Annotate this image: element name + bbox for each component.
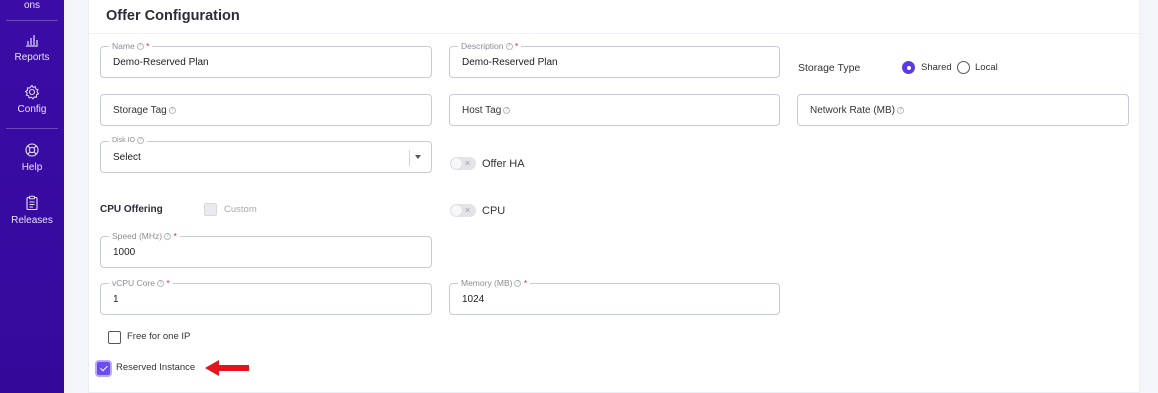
sidebar-divider (6, 20, 58, 21)
sidebar-item-label: Reports (14, 52, 50, 63)
custom-label: Custom (224, 204, 257, 215)
required-marker: * (173, 231, 177, 241)
help-icon[interactable]: ? (505, 43, 513, 51)
description-field-label: Description (461, 41, 504, 51)
help-icon[interactable]: ? (136, 43, 144, 51)
name-field-label: Name (112, 41, 135, 51)
host-tag-placeholder: Host Tag? (462, 105, 511, 116)
cpu-toggle[interactable] (450, 204, 476, 217)
help-icon[interactable]: ? (897, 106, 905, 114)
select-divider (409, 150, 410, 166)
name-field[interactable]: Name? * Demo-Reserved Plan (100, 41, 432, 78)
offer-ha-label: Offer HA (482, 158, 525, 170)
required-marker: * (514, 41, 519, 51)
cpu-toggle-label: CPU (482, 205, 506, 217)
speed-field-value: 1000 (113, 247, 136, 258)
sidebar-item-label: Help (21, 162, 43, 173)
storage-type-label: Storage Type (798, 62, 861, 74)
sidebar-item-config[interactable]: Config (0, 84, 64, 115)
vcpu-core-label: vCPU Core (112, 278, 155, 288)
sidebar-item-label: Releases (11, 215, 53, 226)
storage-type-local-radio[interactable] (957, 61, 970, 74)
sidebar-divider (6, 128, 58, 129)
memory-field-label: Memory (MB) (461, 278, 513, 288)
name-field-value: Demo-Reserved Plan (113, 57, 209, 68)
speed-field[interactable]: Speed (MHz)? * 1000 (100, 231, 432, 268)
host-tag-field[interactable]: Host Tag? (449, 94, 780, 126)
lifebuoy-icon (25, 143, 39, 157)
sidebar-item-truncated[interactable]: ons (0, 0, 64, 11)
disk-io-value: Select (113, 152, 141, 163)
sidebar-item-help[interactable]: Help (0, 142, 64, 173)
cpu-offering-label: CPU Offering (100, 204, 163, 215)
disk-io-legend: Disk IO? (109, 136, 147, 146)
storage-type-local-label: Local (975, 62, 998, 73)
annotation-arrow-icon (205, 360, 249, 376)
help-icon[interactable]: ? (514, 280, 522, 288)
sidebar-item-reports[interactable]: Reports (0, 32, 64, 63)
vcpu-core-value: 1 (113, 294, 119, 305)
clipboard-icon (26, 195, 38, 211)
disk-io-label: Disk IO (112, 137, 135, 144)
description-field-value: Demo-Reserved Plan (462, 57, 558, 68)
description-field-legend: Description? * (458, 41, 522, 51)
storage-tag-placeholder: Storage Tag? (113, 105, 176, 116)
help-icon[interactable]: ? (164, 233, 172, 241)
storage-tag-field[interactable]: Storage Tag? (100, 94, 432, 126)
reserved-instance-label: Reserved Instance (116, 362, 196, 373)
speed-field-legend: Speed (MHz)? * (109, 231, 180, 241)
storage-type-shared-radio[interactable] (902, 61, 915, 74)
description-field[interactable]: Description? * Demo-Reserved Plan (449, 41, 780, 78)
offer-configuration-card: Offer Configuration Name? * Demo-Reserve… (88, 0, 1141, 393)
vcpu-core-legend: vCPU Core? * (109, 278, 173, 288)
memory-field[interactable]: Memory (MB)? * 1024 (449, 278, 780, 315)
speed-field-label: Speed (MHz) (112, 231, 163, 241)
network-rate-placeholder: Network Rate (MB)? (810, 105, 905, 116)
free-ip-label: Free for one IP (127, 331, 191, 342)
vcpu-core-field[interactable]: vCPU Core? * 1 (100, 278, 432, 315)
reserved-instance-checkbox[interactable] (97, 362, 110, 375)
disk-io-select[interactable]: Disk IO? Select (100, 136, 432, 173)
required-marker: * (166, 278, 170, 288)
network-rate-field[interactable]: Network Rate (MB)? (797, 94, 1129, 126)
memory-field-value: 1024 (462, 294, 485, 305)
network-rate-placeholder-text: Network Rate (MB) (810, 105, 896, 116)
sidebar-item-releases[interactable]: Releases (0, 195, 64, 226)
chevron-down-icon[interactable] (415, 155, 421, 159)
sidebar: ons Reports Config Help Releases (0, 0, 64, 393)
help-icon[interactable]: ? (156, 280, 164, 288)
free-ip-checkbox[interactable] (108, 331, 121, 344)
help-icon[interactable]: ? (168, 106, 176, 114)
offer-ha-toggle[interactable] (450, 157, 476, 170)
help-icon[interactable]: ? (503, 106, 511, 114)
bar-chart-icon (26, 35, 38, 47)
toggle-knob (451, 205, 462, 216)
sidebar-item-label: Config (17, 104, 47, 115)
gear-icon (24, 84, 40, 100)
page-title: Offer Configuration (106, 8, 240, 24)
host-tag-placeholder-text: Host Tag (462, 105, 502, 116)
custom-checkbox[interactable] (204, 203, 217, 216)
storage-type-shared-label: Shared (921, 62, 952, 73)
title-divider (89, 33, 1141, 34)
toggle-knob (451, 158, 462, 169)
storage-tag-placeholder-text: Storage Tag (113, 105, 167, 116)
help-icon[interactable]: ? (136, 136, 144, 144)
required-marker: * (146, 41, 150, 51)
name-field-legend: Name? * (109, 41, 153, 51)
sidebar-item-label: ons (23, 0, 41, 11)
required-marker: * (523, 278, 528, 288)
memory-field-legend: Memory (MB)? * (458, 278, 531, 288)
